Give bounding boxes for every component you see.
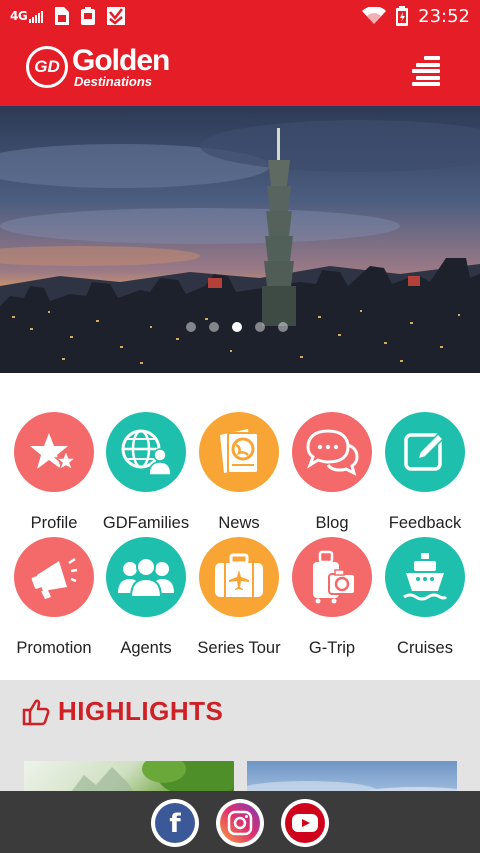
network-type: 4G (10, 9, 28, 23)
wifi-icon (362, 7, 387, 24)
menu-item-label: G-Trip (308, 639, 356, 657)
instagram-button[interactable] (216, 799, 264, 847)
banner-carousel[interactable] (0, 106, 480, 373)
menu-item-feedback[interactable]: Feedback (379, 412, 471, 533)
luggage-camera-icon (292, 537, 372, 617)
menu-item-agents[interactable]: Agents (100, 537, 192, 658)
battery-saver-icon (81, 7, 96, 25)
logo[interactable]: GD Golden Destinations (26, 44, 170, 89)
thumbs-up-icon (22, 699, 50, 725)
menu-item-gdfamilies[interactable]: GDFamilies (100, 412, 192, 533)
chat-bubbles-icon (292, 412, 372, 492)
edit-icon (385, 412, 465, 492)
menu-grid: Profile GDFamilies News Blog Feedback Pr… (0, 373, 480, 680)
clock: 23:52 (418, 5, 470, 27)
menu-item-cruises[interactable]: Cruises (379, 537, 471, 658)
carousel-dot[interactable] (186, 322, 196, 332)
hamburger-menu-icon[interactable] (412, 56, 440, 86)
menu-item-blog[interactable]: Blog (286, 412, 378, 533)
carousel-dots (186, 322, 288, 332)
signal-indicator: 4G (10, 9, 44, 23)
menu-item-profile[interactable]: Profile (8, 412, 100, 533)
facebook-glyph: f (169, 809, 181, 839)
menu-item-label: Profile (30, 514, 78, 532)
menu-item-label: Cruises (397, 639, 453, 657)
app-header: GD Golden Destinations (0, 32, 480, 106)
youtube-button[interactable] (281, 799, 329, 847)
facebook-button[interactable]: f (151, 799, 199, 847)
ship-icon (385, 537, 465, 617)
menu-item-label: News (218, 514, 260, 532)
menu-item-label: Promotion (16, 639, 92, 657)
suitcase-plane-icon (199, 537, 279, 617)
facebook-icon: f (155, 803, 195, 843)
carousel-dot-active[interactable] (232, 322, 242, 332)
youtube-icon (285, 803, 325, 843)
menu-item-series-tour[interactable]: Series Tour (193, 537, 285, 658)
menu-item-promotion[interactable]: Promotion (8, 537, 100, 658)
menu-item-label: Agents (120, 639, 172, 657)
people-group-icon (106, 537, 186, 617)
menu-item-label: GDFamilies (102, 514, 190, 532)
carousel-dot[interactable] (255, 322, 265, 332)
highlights-heading: HIGHLIGHTS (22, 696, 223, 727)
logo-text: Golden Destinations (72, 44, 170, 89)
status-bar: 4G 23:52 (0, 0, 480, 32)
social-bar: f (0, 791, 480, 853)
menu-item-g-trip[interactable]: G-Trip (286, 537, 378, 658)
news-globe-icon (199, 412, 279, 492)
instagram-icon (220, 803, 260, 843)
megaphone-icon (14, 537, 94, 617)
download-check-icon (107, 7, 126, 25)
menu-item-label: Feedback (388, 514, 462, 532)
carousel-dot[interactable] (209, 322, 219, 332)
sim-card-icon (55, 7, 70, 25)
star-icon (14, 412, 94, 492)
carousel-dot[interactable] (278, 322, 288, 332)
menu-item-news[interactable]: News (193, 412, 285, 533)
logo-mark-icon: GD (26, 46, 68, 88)
banner-image (0, 106, 480, 373)
signal-icon (29, 11, 44, 23)
menu-item-label: Series Tour (197, 639, 281, 657)
battery-icon (396, 6, 409, 26)
logo-title: Golden (72, 44, 170, 77)
highlights-title: HIGHLIGHTS (58, 696, 224, 726)
globe-people-icon (106, 412, 186, 492)
menu-item-label: Blog (315, 514, 349, 532)
